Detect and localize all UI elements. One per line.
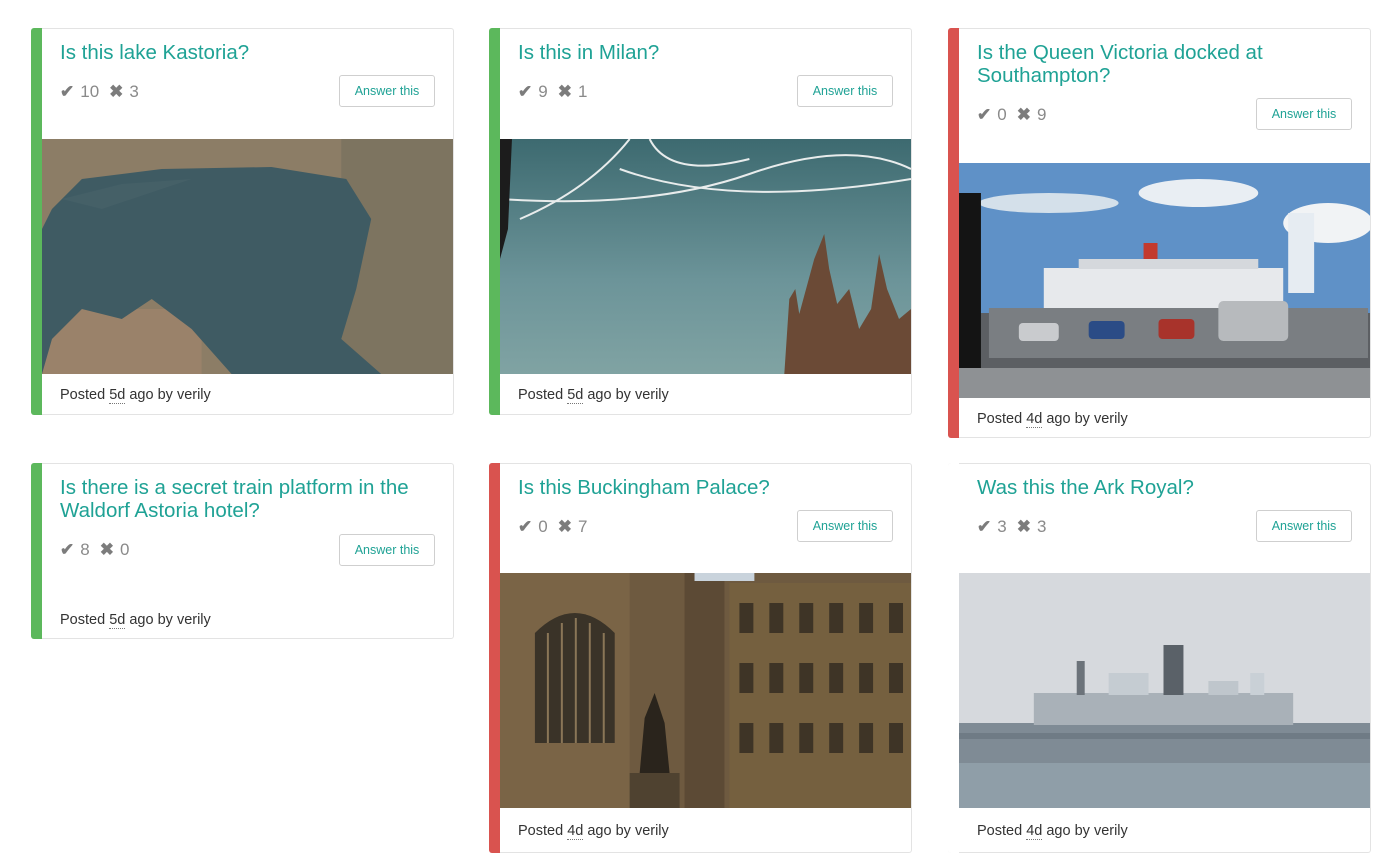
cross-icon: ✖ (99, 540, 114, 559)
post-age: 5d (109, 612, 126, 629)
post-meta: Posted 4d ago by verily (977, 411, 1128, 428)
check-icon: ✔ (977, 105, 992, 124)
question-card: Is this in Milan? ✔ 9 ✖ 1 Answer this Po… (489, 28, 912, 415)
yes-count: 3 (997, 517, 1007, 536)
answer-button[interactable]: Answer this (1256, 98, 1352, 130)
cross-icon: ✖ (557, 82, 572, 101)
post-age: 5d (567, 387, 584, 404)
yes-count: 9 (538, 82, 548, 101)
answer-button[interactable]: Answer this (797, 510, 893, 542)
question-card: Is this Buckingham Palace? ✔ 0 ✖ 7 Answer … (489, 463, 912, 853)
cruise-ship-port-image[interactable] (959, 163, 1370, 398)
no-count: 3 (1036, 517, 1047, 536)
yes-count: 0 (538, 517, 548, 536)
no-count: 0 (119, 540, 130, 559)
yes-count: 10 (80, 82, 100, 101)
check-icon: ✔ (518, 517, 533, 536)
aircraft-carrier-image[interactable] (959, 573, 1370, 808)
no-count: 1 (577, 82, 588, 101)
cathedral-sky-image[interactable] (500, 139, 911, 374)
post-author[interactable]: verily (635, 387, 669, 403)
question-title[interactable]: Was this the Ark Royal? (977, 476, 1352, 499)
post-author[interactable]: verily (1094, 823, 1128, 839)
post-author[interactable]: verily (177, 612, 211, 628)
post-meta: Posted 4d ago by verily (977, 823, 1128, 840)
post-meta: Posted 5d ago by verily (60, 612, 211, 629)
post-age: 4d (1026, 411, 1043, 428)
post-meta: Posted 5d ago by verily (518, 387, 669, 404)
cross-icon: ✖ (109, 82, 124, 101)
question-title[interactable]: Is this Buckingham Palace? (518, 476, 893, 499)
cross-icon: ✖ (1016, 517, 1031, 536)
gothic-palace-image[interactable] (500, 573, 911, 808)
post-meta: Posted 4d ago by verily (518, 823, 669, 840)
post-age: 4d (1026, 823, 1043, 840)
check-icon: ✔ (518, 82, 533, 101)
post-meta: Posted 5d ago by verily (60, 387, 211, 404)
answer-button[interactable]: Answer this (797, 75, 893, 107)
no-count: 7 (577, 517, 588, 536)
yes-count: 8 (80, 540, 90, 559)
check-icon: ✔ (60, 82, 75, 101)
post-author[interactable]: verily (177, 387, 211, 403)
cross-icon: ✖ (557, 517, 572, 536)
question-title[interactable]: Is this in Milan? (518, 41, 893, 64)
question-card: Was this the Ark Royal? ✔ 3 ✖ 3 Answer thi… (948, 463, 1371, 853)
post-author[interactable]: verily (635, 823, 669, 839)
question-title[interactable]: Is there is a secret train platform in t… (60, 476, 435, 522)
answer-button[interactable]: Answer this (1256, 510, 1352, 542)
no-count: 9 (1036, 105, 1047, 124)
cross-icon: ✖ (1016, 105, 1031, 124)
question-title[interactable]: Is the Queen Victoria docked at Southamp… (977, 41, 1352, 87)
post-age: 5d (109, 387, 126, 404)
check-icon: ✔ (60, 540, 75, 559)
post-age: 4d (567, 823, 584, 840)
answer-button[interactable]: Answer this (339, 534, 435, 566)
no-count: 3 (129, 82, 139, 101)
yes-count: 0 (997, 105, 1007, 124)
answer-button[interactable]: Answer this (339, 75, 435, 107)
post-author[interactable]: verily (1094, 411, 1128, 427)
lake-aerial-image[interactable] (42, 139, 453, 374)
question-card: Is the Queen Victoria docked at Southamp… (948, 28, 1371, 438)
question-title[interactable]: Is this lake Kastoria? (60, 41, 435, 64)
question-card: Is there is a secret train platform in t… (31, 463, 454, 639)
check-icon: ✔ (977, 517, 992, 536)
question-card: Is this lake Kastoria? ✔ 10 ✖ 3 Answer thi… (31, 28, 454, 415)
